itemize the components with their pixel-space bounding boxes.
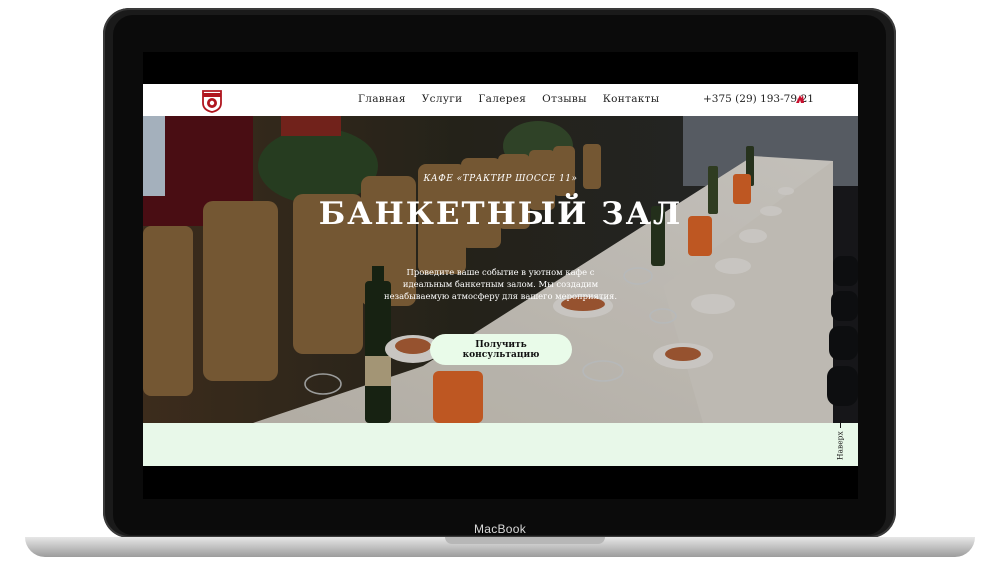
hero-section: КАФЕ «ТРАКТИР ШОССЕ 11» БАНКЕТНЫЙ ЗАЛ Пр… bbox=[143, 116, 858, 423]
nav-item-services[interactable]: Услуги bbox=[422, 93, 463, 105]
site-navbar: Главная Услуги Галерея Отзывы Контакты +… bbox=[143, 84, 858, 116]
laptop-base bbox=[25, 537, 975, 557]
nav-item-home[interactable]: Главная bbox=[358, 93, 406, 105]
hero-title: БАНКЕТНЫЙ ЗАЛ bbox=[318, 196, 683, 232]
base-notch bbox=[445, 537, 605, 544]
hero-description: Проведите ваше событие в уютном кафе с и… bbox=[383, 267, 617, 301]
nav-item-contacts[interactable]: Контакты bbox=[603, 93, 660, 105]
traktir-logo-icon[interactable] bbox=[200, 87, 224, 113]
back-to-top-link[interactable]: Наверх bbox=[833, 427, 847, 465]
phone-operator-icon[interactable] bbox=[795, 94, 805, 104]
nav-item-gallery[interactable]: Галерея bbox=[478, 93, 526, 105]
hero-eyebrow: КАФЕ «ТРАКТИР ШОССЕ 11» bbox=[423, 174, 578, 184]
main-menu: Главная Услуги Галерея Отзывы Контакты bbox=[358, 93, 659, 105]
next-section-strip bbox=[143, 423, 858, 466]
nav-item-reviews[interactable]: Отзывы bbox=[542, 93, 587, 105]
laptop-screen: Главная Услуги Галерея Отзывы Контакты +… bbox=[143, 52, 858, 499]
consultation-button[interactable]: Получить консультацию bbox=[430, 334, 572, 365]
device-label: MacBook bbox=[473, 522, 527, 536]
